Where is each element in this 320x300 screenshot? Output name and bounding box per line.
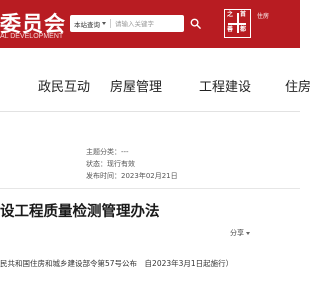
meta-status: 状态：现行有效: [86, 160, 135, 168]
page-title: 设工程质量检测管理办法: [0, 204, 160, 220]
search-icon: [190, 18, 201, 29]
nav-divider: [0, 111, 300, 112]
share-label: 分享: [230, 229, 244, 237]
search-input[interactable]: [115, 19, 181, 28]
chevron-down-icon: [102, 22, 106, 25]
main-nav: 政民互动 房屋管理 工程建设 住房: [0, 76, 311, 104]
site-subtitle: AL DEVELOPMENT: [0, 33, 64, 40]
search-button[interactable]: [187, 15, 203, 32]
search-box[interactable]: 本站查询: [70, 15, 184, 32]
nav-item-housing-management[interactable]: 房屋管理: [110, 76, 162, 95]
header-right-text: 住房: [257, 13, 270, 20]
logo-char: 之: [227, 11, 234, 18]
nav-item-interaction[interactable]: 政民互动: [38, 76, 90, 95]
meta-publish-date: 发布时间：2023年02月21日: [86, 172, 178, 180]
meta-divider: [0, 188, 300, 189]
meta-theme: 主题分类：---: [86, 148, 129, 156]
logo-char: 首: [240, 11, 247, 18]
logo-char: 都: [240, 26, 247, 33]
chevron-down-icon: [246, 231, 250, 235]
search-separator: [110, 19, 111, 28]
site-header: 委员会 AL DEVELOPMENT 本站查询 之 首 善 都 住房: [0, 0, 300, 48]
search-scope-select[interactable]: 本站查询: [70, 19, 100, 29]
gov-logo: 之 首 善 都: [224, 9, 251, 38]
nav-item-construction[interactable]: 工程建设: [199, 76, 251, 95]
logo-char: 善: [227, 26, 234, 33]
share-link[interactable]: 分享: [230, 228, 250, 238]
decree-text: 民共和国住房和城乡建设部令第57号公布 自2023年3月1日起施行）: [0, 259, 234, 268]
nav-item-housing[interactable]: 住房: [285, 76, 311, 95]
